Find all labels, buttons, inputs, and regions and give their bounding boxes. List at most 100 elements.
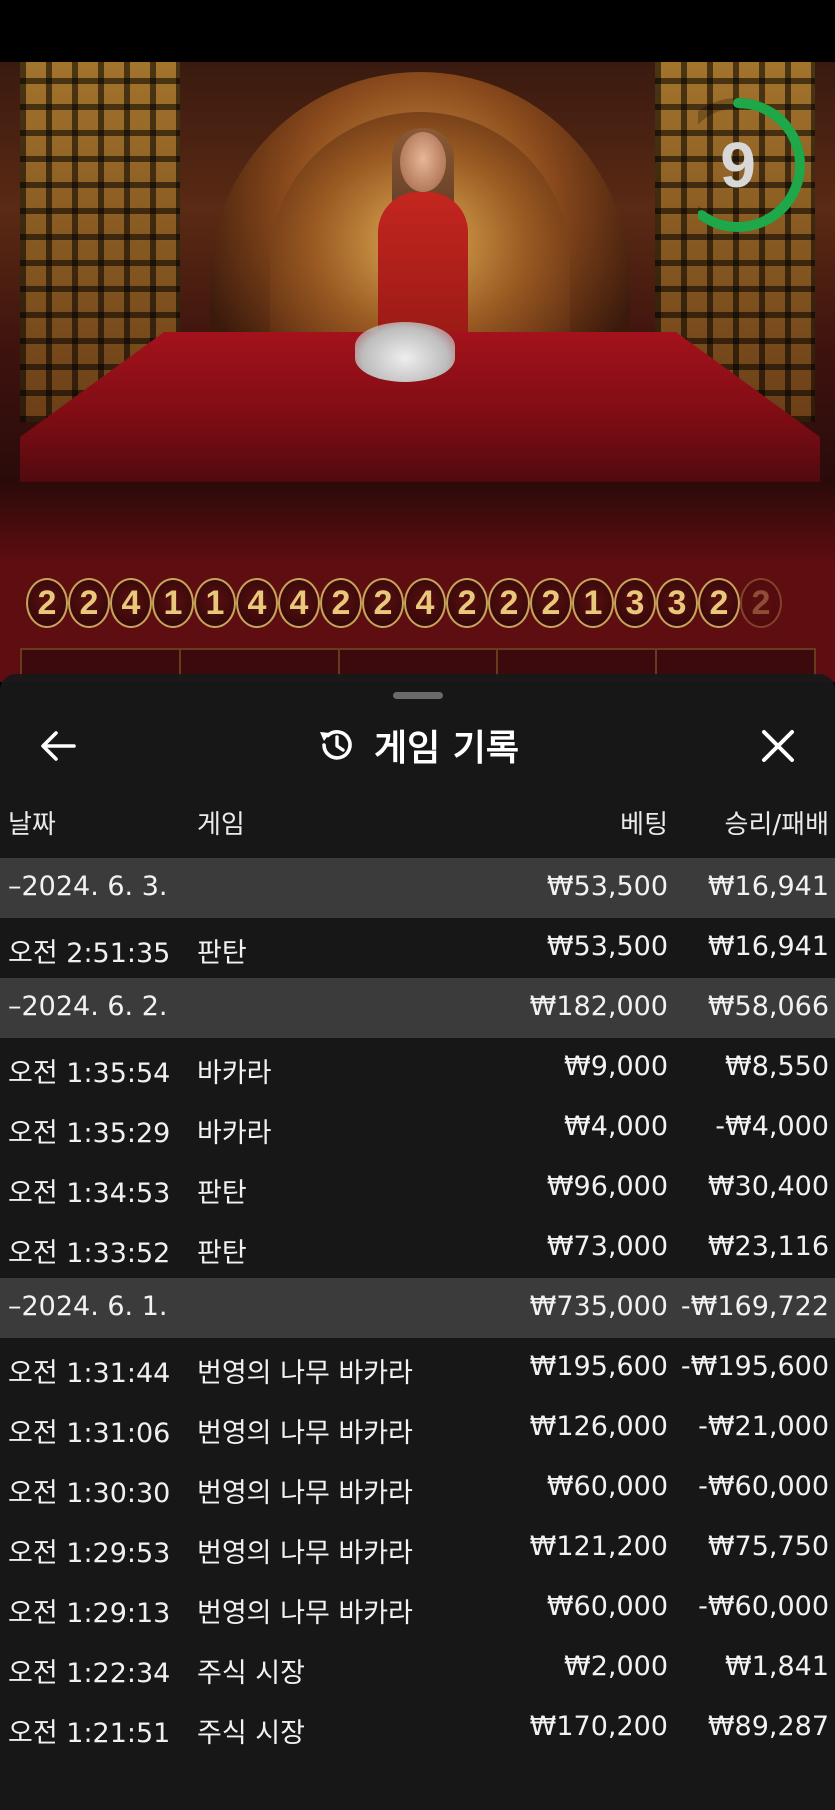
row-bet: ₩53,500 <box>546 931 668 962</box>
road-bead: 2 <box>362 578 404 628</box>
col-result: 승리/패배 <box>724 810 829 840</box>
row-game: 판탄 <box>197 938 247 969</box>
row-game: 판탄 <box>197 1178 247 1209</box>
road-bead: 1 <box>194 578 236 628</box>
row-result: -₩60,000 <box>698 1591 829 1622</box>
row-result: ₩89,287 <box>707 1711 829 1742</box>
table-header: 날짜 게임 베팅 승리/패배 <box>0 792 835 848</box>
road-bead: 4 <box>236 578 278 628</box>
row-result: ₩30,400 <box>707 1171 829 1202</box>
game-history-sheet: 게임 기록 날짜 게임 베팅 승리/패배 –2024. 6. 3. ₩53,500… <box>0 674 835 1810</box>
road-bead: 4 <box>404 578 446 628</box>
close-icon[interactable] <box>756 724 800 768</box>
history-row[interactable]: 오전 1:35:29 바카라 ₩4,000 -₩4,000 <box>0 1098 835 1158</box>
row-result: -₩21,000 <box>698 1411 829 1442</box>
countdown-timer: 9 <box>698 90 808 240</box>
row-result: -₩60,000 <box>698 1471 829 1502</box>
row-result: ₩58,066 <box>707 991 829 1022</box>
row-result: ₩8,550 <box>725 1051 829 1082</box>
row-bet: ₩126,000 <box>529 1411 668 1442</box>
history-row[interactable]: 오전 1:33:52 판탄 ₩73,000 ₩23,116 <box>0 1218 835 1278</box>
row-bet: ₩73,000 <box>546 1231 668 1262</box>
road-bead: 2 <box>446 578 488 628</box>
history-row[interactable]: 오전 1:31:44 번영의 나무 바카라 ₩195,600 -₩195,600 <box>0 1338 835 1398</box>
row-time: 오전 2:51:35 <box>8 938 171 969</box>
row-bet: ₩121,200 <box>529 1531 668 1562</box>
row-result: -₩169,722 <box>680 1291 829 1322</box>
row-game: 번영의 나무 바카라 <box>197 1418 413 1449</box>
row-time: –2024. 6. 2. <box>8 991 168 1022</box>
timer-value: 9 <box>720 129 756 201</box>
row-bet: ₩195,600 <box>529 1351 668 1382</box>
road-bead: 4 <box>278 578 320 628</box>
page-title: 게임 기록 <box>373 728 519 769</box>
row-bet: ₩60,000 <box>546 1591 668 1622</box>
row-game: 번영의 나무 바카라 <box>197 1538 413 1569</box>
row-time: 오전 1:35:29 <box>8 1118 171 1149</box>
sheet-header: 게임 기록 <box>0 714 835 776</box>
road-bead: 1 <box>152 578 194 628</box>
dealer-head <box>400 132 446 192</box>
history-row[interactable]: 오전 1:22:34 주식 시장 ₩2,000 ₩1,841 <box>0 1638 835 1698</box>
row-bet: ₩9,000 <box>564 1051 668 1082</box>
road-bead: 2 <box>68 578 110 628</box>
date-group-row: –2024. 6. 1. ₩735,000 -₩169,722 <box>0 1278 835 1338</box>
drag-handle[interactable] <box>393 692 443 699</box>
history-row[interactable]: 오전 1:35:54 바카라 ₩9,000 ₩8,550 <box>0 1038 835 1098</box>
history-row[interactable]: 오전 1:34:53 판탄 ₩96,000 ₩30,400 <box>0 1158 835 1218</box>
row-bet: ₩60,000 <box>546 1471 668 1502</box>
history-row[interactable]: 오전 1:31:06 번영의 나무 바카라 ₩126,000 -₩21,000 <box>0 1398 835 1458</box>
row-game: 번영의 나무 바카라 <box>197 1598 413 1629</box>
row-time: –2024. 6. 1. <box>8 1291 168 1322</box>
row-game: 주식 시장 <box>197 1718 305 1749</box>
row-result: ₩16,941 <box>707 931 829 962</box>
row-bet: ₩182,000 <box>529 991 668 1022</box>
history-row[interactable]: 오전 2:51:35 판탄 ₩53,500 ₩16,941 <box>0 918 835 978</box>
row-bet: ₩4,000 <box>564 1111 668 1142</box>
col-date: 날짜 <box>8 810 56 840</box>
row-bet: ₩170,200 <box>529 1711 668 1742</box>
row-time: 오전 1:31:44 <box>8 1358 171 1389</box>
row-time: 오전 1:29:13 <box>8 1598 171 1629</box>
row-bet: ₩53,500 <box>546 871 668 902</box>
row-result: ₩75,750 <box>707 1531 829 1562</box>
road-bead: 2 <box>530 578 572 628</box>
road-bead: 2 <box>698 578 740 628</box>
row-game: 바카라 <box>197 1058 272 1089</box>
history-icon <box>319 730 352 760</box>
back-arrow-icon[interactable] <box>36 724 80 768</box>
row-game: 판탄 <box>197 1238 247 1269</box>
road-bead: 3 <box>656 578 698 628</box>
row-time: 오전 1:21:51 <box>8 1718 171 1749</box>
row-result: ₩23,116 <box>707 1231 829 1262</box>
bead-road: 224114422422213322 <box>26 578 782 628</box>
row-time: 오전 1:34:53 <box>8 1178 171 1209</box>
row-bet: ₩96,000 <box>546 1171 668 1202</box>
row-time: 오전 1:30:30 <box>8 1478 171 1509</box>
date-group-row: –2024. 6. 3. ₩53,500 ₩16,941 <box>0 858 835 918</box>
col-bet: 베팅 <box>620 810 668 840</box>
history-row[interactable]: 오전 1:21:51 주식 시장 ₩170,200 ₩89,287 <box>0 1698 835 1758</box>
row-bet: ₩2,000 <box>564 1651 668 1682</box>
row-time: 오전 1:35:54 <box>8 1058 171 1089</box>
row-game: 바카라 <box>197 1118 272 1149</box>
road-bead: 4 <box>110 578 152 628</box>
road-bead: 2 <box>26 578 68 628</box>
row-game: 번영의 나무 바카라 <box>197 1358 413 1389</box>
row-time: 오전 1:33:52 <box>8 1238 171 1269</box>
history-table: –2024. 6. 3. ₩53,500 ₩16,941 오전 2:51:35 판탄 ₩5… <box>0 858 835 1758</box>
date-group-row: –2024. 6. 2. ₩182,000 ₩58,066 <box>0 978 835 1038</box>
row-time: –2024. 6. 3. <box>8 871 168 902</box>
row-result: ₩1,841 <box>725 1651 829 1682</box>
row-result: -₩195,600 <box>680 1351 829 1382</box>
road-bead: 2 <box>320 578 362 628</box>
status-bar <box>0 0 835 62</box>
row-bet: ₩735,000 <box>529 1291 668 1322</box>
history-row[interactable]: 오전 1:30:30 번영의 나무 바카라 ₩60,000 -₩60,000 <box>0 1458 835 1518</box>
row-result: -₩4,000 <box>715 1111 829 1142</box>
history-row[interactable]: 오전 1:29:53 번영의 나무 바카라 ₩121,200 ₩75,750 <box>0 1518 835 1578</box>
row-game: 주식 시장 <box>197 1658 305 1689</box>
road-bead: 3 <box>614 578 656 628</box>
history-row[interactable]: 오전 1:29:13 번영의 나무 바카라 ₩60,000 -₩60,000 <box>0 1578 835 1638</box>
col-game: 게임 <box>197 810 245 840</box>
